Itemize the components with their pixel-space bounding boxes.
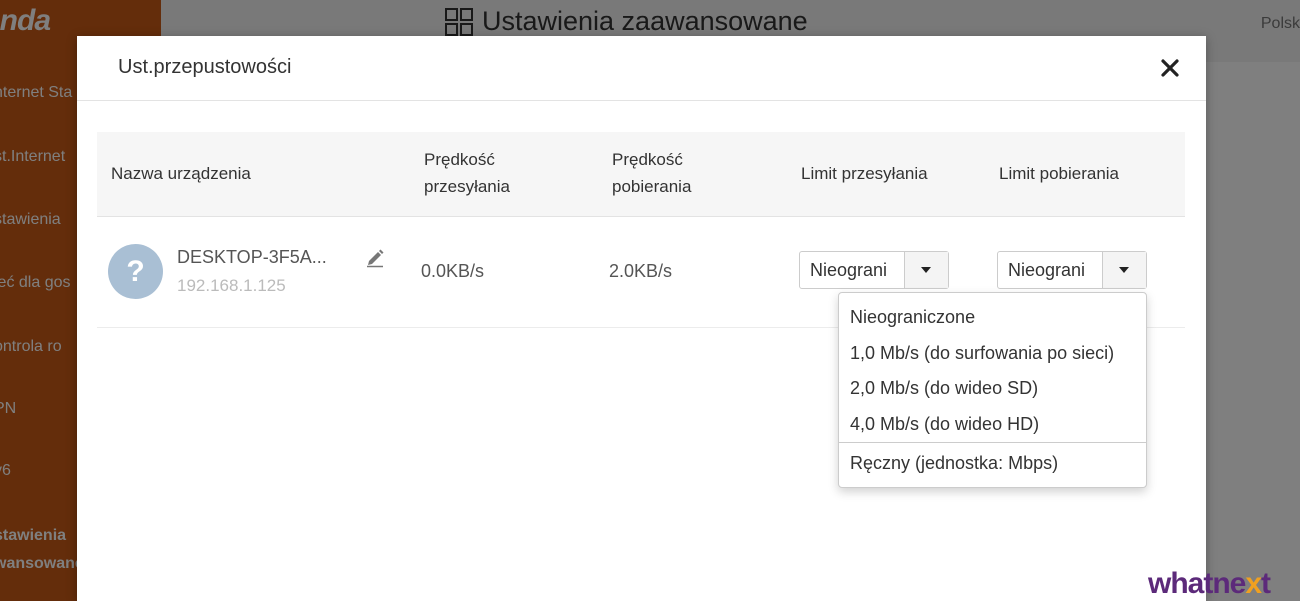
watermark-part2: ne xyxy=(1212,567,1246,600)
column-upload-speed: Prędkość przesyłania xyxy=(424,146,510,200)
column-upload-speed-line2: przesyłania xyxy=(424,177,510,196)
column-download-limit: Limit pobierania xyxy=(999,164,1120,183)
column-download-speed-line1: Prędkość xyxy=(612,150,683,169)
upload-speed-value: 0.0KB/s xyxy=(421,261,485,281)
watermark-logo: whatnext xyxy=(1148,567,1271,601)
watermark-part4: t xyxy=(1261,567,1271,600)
caret-down-icon xyxy=(921,267,932,273)
dropdown-option-unlimited[interactable]: Nieograniczone xyxy=(850,307,975,328)
modal-header: Ust.przepustowości xyxy=(77,36,1206,101)
download-limit-toggle[interactable] xyxy=(1101,252,1146,288)
dropdown-divider xyxy=(839,442,1146,443)
column-download-speed-line2: pobierania xyxy=(612,177,692,196)
close-icon[interactable] xyxy=(1158,56,1182,80)
device-avatar: ? xyxy=(108,244,163,299)
upload-limit-select[interactable]: Nieograni xyxy=(799,251,949,289)
upload-limit-toggle[interactable] xyxy=(903,252,948,288)
download-speed-value: 2.0KB/s xyxy=(609,261,673,281)
modal-title: Ust.przepustowości xyxy=(118,56,292,78)
column-download-speed: Prędkość pobierania xyxy=(612,146,691,200)
watermark-part3: x xyxy=(1245,567,1262,600)
device-name: DESKTOP-3F5A... xyxy=(177,247,327,267)
column-device-name: Nazwa urządzenia xyxy=(111,164,251,183)
dropdown-option-1mbps[interactable]: 1,0 Mb/s (do surfowania po sieci) xyxy=(850,343,1114,364)
watermark-part1: what xyxy=(1148,567,1213,600)
download-limit-value: Nieograni xyxy=(1008,260,1086,280)
dropdown-option-manual[interactable]: Ręczny (jednostka: Mbps) xyxy=(850,453,1058,474)
upload-limit-value: Nieograni xyxy=(810,260,888,280)
dropdown-option-4mbps[interactable]: 4,0 Mb/s (do wideo HD) xyxy=(850,414,1039,435)
caret-down-icon xyxy=(1119,267,1130,273)
upload-limit-dropdown: Nieograniczone 1,0 Mb/s (do surfowania p… xyxy=(838,292,1147,488)
dropdown-option-2mbps[interactable]: 2,0 Mb/s (do wideo SD) xyxy=(850,378,1038,399)
table-header: Nazwa urządzenia Prędkość przesyłania Pr… xyxy=(97,132,1185,217)
column-upload-speed-line1: Prędkość xyxy=(424,150,495,169)
pencil-icon[interactable] xyxy=(365,248,385,268)
download-limit-select[interactable]: Nieograni xyxy=(997,251,1147,289)
device-ip: 192.168.1.125 xyxy=(177,276,286,295)
column-upload-limit: Limit przesyłania xyxy=(801,164,928,183)
